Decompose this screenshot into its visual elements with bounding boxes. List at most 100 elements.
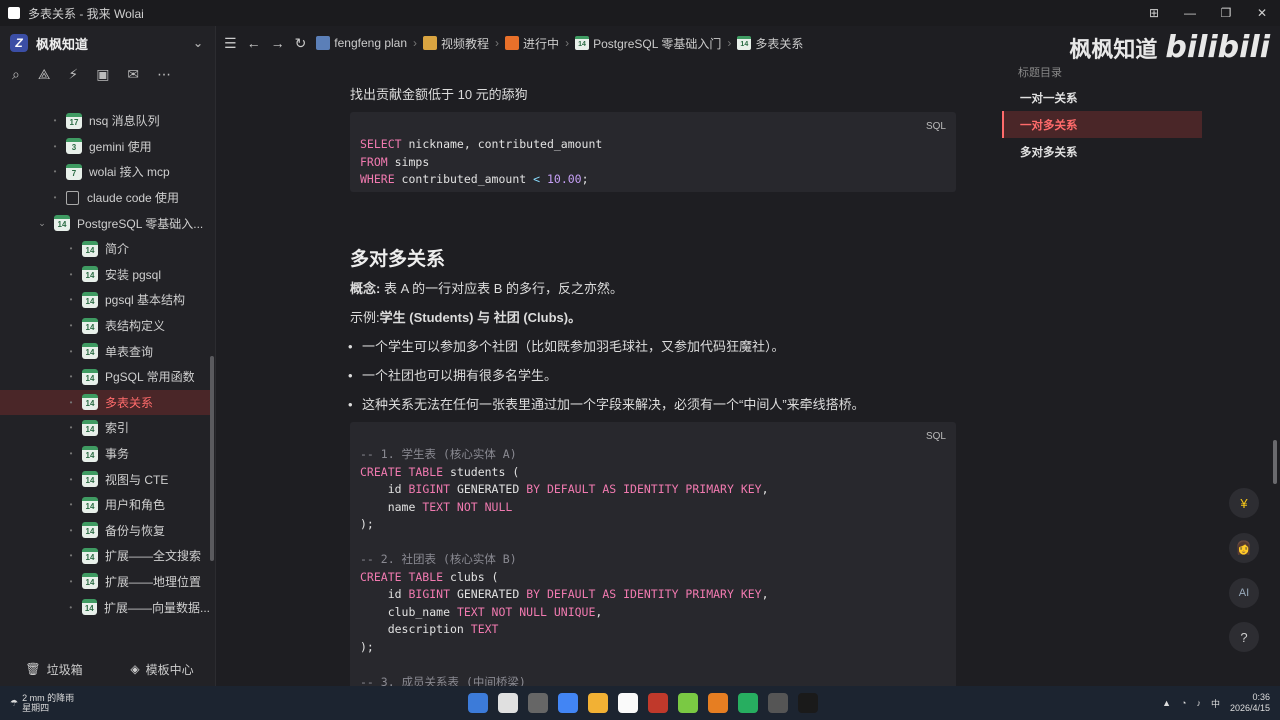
sidebar-item[interactable]: • 14 pgsql 基本结构 — [0, 287, 210, 313]
drag-handle-icon[interactable]: ⠿ — [340, 280, 341, 294]
code-token: < — [533, 172, 541, 186]
code-line: FROM simps — [360, 154, 946, 172]
templates-button[interactable]: ◈ 模板中心 — [108, 661, 216, 678]
weather-widget[interactable]: ☂ 2 mm 的降雨 星期四 — [0, 693, 74, 713]
taskbar-app-icon[interactable] — [588, 693, 608, 713]
breadcrumb-label: 多表关系 — [755, 36, 804, 51]
breadcrumb-label: 进行中 — [523, 36, 560, 51]
breadcrumb-item[interactable]: fengfeng plan — [316, 36, 407, 50]
volume-icon[interactable]: ♪ — [1196, 698, 1201, 708]
toc-item[interactable]: 一对一关系 — [1002, 84, 1202, 111]
sidebar-item[interactable]: • 17 nsq 消息队列 — [0, 108, 210, 134]
code-lines: SELECT nickname, contributed_amount FROM … — [360, 136, 946, 189]
forward-icon[interactable]: → — [271, 35, 285, 51]
minimize-button[interactable]: — — [1172, 6, 1208, 20]
breadcrumb-label: 视频教程 — [441, 36, 490, 51]
calendar-page-icon: 14 — [82, 240, 98, 257]
taskbar-app-icon[interactable] — [678, 693, 698, 713]
shortcut-icon[interactable]: ⚡ — [68, 66, 78, 83]
taskbar-app-icon[interactable] — [498, 693, 518, 713]
sidebar-item[interactable]: • 14 安装 pgsql — [0, 262, 210, 288]
taskbar-app-icon[interactable] — [558, 693, 578, 713]
breadcrumb-item[interactable]: 视频教程 — [423, 35, 489, 52]
avatar-button[interactable]: 👩 — [1229, 533, 1259, 563]
taskbar-app-icon[interactable] — [468, 693, 488, 713]
code-block[interactable]: SQL -- 1. 学生表 (核心实体 A) CREATE TABLE stude… — [350, 422, 956, 686]
sidebar-item[interactable]: • 14 表结构定义 — [0, 313, 210, 339]
inbox-icon[interactable]: ✉ — [127, 66, 139, 83]
sidebar-item-label: 扩展——地理位置 — [105, 574, 202, 589]
sidebar-item[interactable]: • 14 事务 — [0, 441, 210, 467]
sidebar-item[interactable]: • 14 用户和角色 — [0, 492, 210, 518]
sidebar-item[interactable]: ›学员问题汇总 — [0, 620, 210, 624]
code-token: -- 1. 学生表 (核心实体 A) — [360, 447, 517, 461]
taskbar-app-icon[interactable] — [708, 693, 728, 713]
sidebar-item[interactable]: ⌄ 14 PostgreSQL 零基础入... — [0, 210, 210, 236]
sidebar-item[interactable]: • 14 备份与恢复 — [0, 518, 210, 544]
calendar-page-icon: 14 — [82, 547, 98, 564]
input-language[interactable]: 中 — [1211, 697, 1220, 710]
content-scrollbar[interactable] — [1273, 440, 1277, 484]
taskbar-app-icon[interactable] — [768, 693, 788, 713]
clock[interactable]: 0:36 2026/4/15 — [1230, 692, 1270, 714]
trash-button[interactable]: 🗑 垃圾箱 — [0, 661, 108, 678]
sidebar-item[interactable]: • 14 多表关系 — [0, 389, 210, 416]
taskbar: ☂ 2 mm 的降雨 星期四 ▲ ◔ ♪ 中 0:36 2026/4/15 — [0, 686, 1280, 720]
back-icon[interactable]: ← — [247, 35, 261, 51]
sidebar-item[interactable]: • 14 索引 — [0, 415, 210, 441]
search-icon[interactable]: ⌕ — [12, 66, 20, 83]
help-button[interactable]: ? — [1229, 622, 1259, 652]
chevron-down-icon[interactable]: ⌄ — [193, 36, 203, 50]
breadcrumb-item[interactable]: 进行中 — [505, 35, 559, 52]
refresh-icon[interactable]: ↻ — [295, 35, 307, 52]
code-block[interactable]: SQL SELECT nickname, contributed_amount F… — [350, 112, 956, 192]
sidebar-item[interactable]: • claude code 使用 — [0, 185, 210, 211]
sidebar-item[interactable]: • 14 视图与 CTE — [0, 466, 210, 492]
breadcrumb-label: fengfeng plan — [334, 36, 408, 50]
calendar-page-icon: 14 — [54, 215, 70, 232]
menu-icon[interactable]: ☰ — [224, 35, 237, 52]
sidebar-item[interactable]: • 14 PgSQL 常用函数 — [0, 364, 210, 390]
code-token: ; — [581, 172, 589, 186]
sidebar-item[interactable]: • 14 单表查询 — [0, 338, 210, 364]
wifi-icon[interactable]: ◔ — [1181, 698, 1186, 708]
taskbar-app-icon[interactable] — [798, 693, 818, 713]
sidebar-item[interactable]: • 7 wolai 接入 mcp — [0, 159, 210, 185]
sidebar-scrollbar[interactable] — [210, 356, 214, 561]
sidebar-item[interactable]: • 14 扩展——地理位置 — [0, 569, 210, 595]
sidebar-item[interactable]: • 14 扩展——向量数据... — [0, 594, 210, 620]
taskbar-app-icon[interactable] — [618, 693, 638, 713]
sidebar-item[interactable]: • 14 简介 — [0, 236, 210, 262]
calendar-page-icon: 14 — [82, 266, 98, 283]
sidebar-item-label: pgsql 基本结构 — [105, 293, 186, 308]
taskbar-app-icon[interactable] — [528, 693, 548, 713]
sidebar-item-label: PgSQL 常用函数 — [105, 370, 195, 385]
breadcrumb-item[interactable]: 14 PostgreSQL 零基础入门 — [575, 35, 721, 52]
ai-button[interactable]: AI — [1229, 578, 1259, 608]
maximize-button[interactable]: ❐ — [1208, 6, 1244, 20]
close-button[interactable]: ✕ — [1244, 6, 1280, 20]
workspace-name: 枫枫知道 — [36, 36, 89, 52]
taskbar-app-icon[interactable] — [648, 693, 668, 713]
section-heading: 多对多关系 — [350, 249, 446, 270]
layout-button[interactable]: ⊞ — [1136, 6, 1172, 20]
workspace-switcher[interactable]: Z 枫枫知道 ⌄ — [0, 26, 215, 60]
bullet-icon: • — [69, 500, 73, 510]
calendar-icon[interactable]: ▣ — [96, 66, 109, 83]
breadcrumb-separator-icon: › — [413, 36, 418, 50]
coin-button[interactable]: ¥ — [1229, 488, 1259, 518]
graph-icon[interactable]: ⟁ — [38, 66, 51, 83]
taskbar-app-icon[interactable] — [738, 693, 758, 713]
sidebar-item[interactable]: • 3 gemini 使用 — [0, 134, 210, 160]
toc-item[interactable]: 一对多关系 — [1002, 111, 1202, 138]
calendar-page-icon: 14 — [82, 368, 98, 385]
code-token: , — [595, 604, 603, 619]
sidebar-item[interactable]: • 14 扩展——全文搜索 — [0, 543, 210, 569]
breadcrumb-separator-icon: › — [727, 36, 732, 50]
expand-arrow-icon[interactable]: ⌄ — [36, 218, 48, 229]
watermark-text: 枫枫知道 — [1069, 36, 1158, 62]
breadcrumb-item[interactable]: 14 多表关系 — [737, 35, 803, 52]
tray-chevron-icon[interactable]: ▲ — [1162, 698, 1171, 708]
more-icon[interactable]: ⋯ — [157, 66, 171, 83]
toc-item[interactable]: 多对多关系 — [1002, 138, 1202, 165]
